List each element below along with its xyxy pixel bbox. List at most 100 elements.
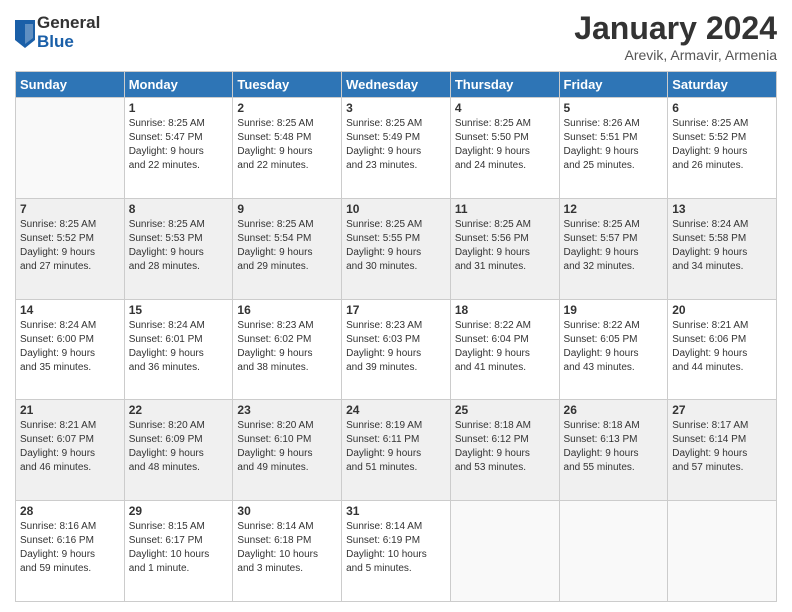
cell-content: Sunrise: 8:23 AMSunset: 6:02 PMDaylight:…: [237, 319, 337, 375]
header-cell-monday: Monday: [124, 72, 233, 98]
calendar-cell: 7Sunrise: 8:25 AMSunset: 5:52 PMDaylight…: [16, 198, 125, 299]
logo-general-text: General: [37, 14, 100, 33]
cell-line: and 59 minutes.: [20, 563, 91, 574]
cell-line: Sunrise: 8:19 AM: [346, 420, 422, 431]
calendar-cell: 10 Sunrise: 8:25 AMSunset: 5:55 PMDayligh…: [342, 198, 451, 299]
calendar-cell: 27Sunrise: 8:17 AMSunset: 6:14 PMDayligh…: [668, 400, 777, 501]
cell-line: and 23 minutes.: [346, 160, 417, 171]
cell-line: Sunrise: 8:14 AM: [346, 521, 422, 532]
day-number: 10: [346, 202, 446, 216]
cell-line: and 41 minutes.: [455, 362, 526, 373]
day-number: 18: [455, 303, 555, 317]
cell-line: Sunrise: 8:26 AM: [564, 118, 640, 129]
cell-line: and 26 minutes.: [672, 160, 743, 171]
cell-line: Sunset: 6:13 PM: [564, 434, 638, 445]
day-number: 6: [672, 101, 772, 115]
cell-line: Sunrise: 8:20 AM: [237, 420, 313, 431]
header: General Blue January 2024 Arevik, Armavi…: [15, 10, 777, 63]
logo: General Blue: [15, 14, 100, 51]
cell-content: Sunrise: 8:14 AMSunset: 6:19 PMDaylight:…: [346, 520, 446, 576]
cell-line: Sunrise: 8:25 AM: [129, 219, 205, 230]
day-number: 30: [237, 504, 337, 518]
calendar-body: 1 Sunrise: 8:25 AM Sunset: 5:47 PM Daylight…: [16, 98, 777, 602]
cell-line: and 53 minutes.: [455, 462, 526, 473]
cell-line: Daylight: 9 hours: [564, 247, 639, 258]
cell-line: Sunset: 6:17 PM: [129, 535, 203, 546]
calendar-cell: 16Sunrise: 8:23 AMSunset: 6:02 PMDayligh…: [233, 299, 342, 400]
cell-line: Daylight: 9 hours: [564, 448, 639, 459]
cell-line: Daylight: 9 hours: [455, 348, 530, 359]
cell-content: Sunrise: 8:24 AMSunset: 6:00 PMDaylight:…: [20, 319, 120, 375]
calendar-table: SundayMondayTuesdayWednesdayThursdayFrid…: [15, 71, 777, 602]
day-number: 13: [672, 202, 772, 216]
cell-line: Daylight: 10 hours: [237, 549, 318, 560]
cell-line: Sunset: 6:04 PM: [455, 334, 529, 345]
subtitle: Arevik, Armavir, Armenia: [574, 47, 777, 63]
day-number: 4: [455, 101, 555, 115]
cell-line: Sunset: 6:05 PM: [564, 334, 638, 345]
day-number: 23: [237, 403, 337, 417]
cell-content: Sunrise: 8:24 AMSunset: 6:01 PMDaylight:…: [129, 319, 229, 375]
cell-line: and 32 minutes.: [564, 261, 635, 272]
cell-line: and 22 minutes.: [237, 160, 308, 171]
day-number: 9: [237, 202, 337, 216]
calendar-cell: 22Sunrise: 8:20 AMSunset: 6:09 PMDayligh…: [124, 400, 233, 501]
cell-line: Sunrise: 8:17 AM: [672, 420, 748, 431]
day-number: 29: [129, 504, 229, 518]
cell-line: Sunset: 5:47 PM: [129, 132, 203, 143]
cell-line: Sunset: 6:03 PM: [346, 334, 420, 345]
cell-line: Sunset: 6:02 PM: [237, 334, 311, 345]
cell-line: Daylight: 9 hours: [564, 146, 639, 157]
cell-line: Sunset: 5:53 PM: [129, 233, 203, 244]
cell-line: Sunrise: 8:25 AM: [455, 118, 531, 129]
cell-content: Sunrise: 8:25 AMSunset: 5:48 PMDaylight:…: [237, 117, 337, 173]
day-number: 17: [346, 303, 446, 317]
cell-line: and 22 minutes.: [129, 160, 200, 171]
calendar-cell: 12Sunrise: 8:25 AMSunset: 5:57 PMDayligh…: [559, 198, 668, 299]
cell-line: Sunrise: 8:24 AM: [20, 320, 96, 331]
cell-line: Daylight: 9 hours: [20, 448, 95, 459]
calendar-cell: 1Sunrise: 8:25 AMSunset: 5:47 PMDaylight…: [124, 98, 233, 199]
cell-line: and 5 minutes.: [346, 563, 412, 574]
cell-content: Sunrise: 8:25 AMSunset: 5:57 PMDaylight:…: [564, 218, 664, 274]
cell-line: Daylight: 9 hours: [455, 247, 530, 258]
cell-line: Sunrise: 8:15 AM: [129, 521, 205, 532]
cell-line: Sunrise: 8:22 AM: [564, 320, 640, 331]
calendar-cell: 20Sunrise: 8:21 AMSunset: 6:06 PMDayligh…: [668, 299, 777, 400]
cell-line: Sunset: 6:14 PM: [672, 434, 746, 445]
cell-line: Daylight: 9 hours: [20, 247, 95, 258]
cell-line: and 39 minutes.: [346, 362, 417, 373]
calendar-cell: 30Sunrise: 8:14 AMSunset: 6:18 PMDayligh…: [233, 501, 342, 602]
cell-line: Daylight: 9 hours: [129, 348, 204, 359]
day-number: 1: [129, 101, 229, 115]
cell-line: Sunset: 5:57 PM: [564, 233, 638, 244]
cell-line: Sunrise: 8:24 AM: [129, 320, 205, 331]
cell-line: Sunrise: 8:25 AM: [20, 219, 96, 230]
calendar-cell: 31Sunrise: 8:14 AMSunset: 6:19 PMDayligh…: [342, 501, 451, 602]
header-cell-sunday: Sunday: [16, 72, 125, 98]
cell-line: Daylight: 9 hours: [237, 247, 312, 258]
cell-line: Daylight: 10 hours: [129, 549, 210, 560]
cell-line: Sunset: 6:09 PM: [129, 434, 203, 445]
cell-line: Daylight: 9 hours: [672, 348, 747, 359]
cell-line: Sunrise: 8:18 AM: [564, 420, 640, 431]
cell-line: Sunset: 6:16 PM: [20, 535, 94, 546]
calendar-cell: 18Sunrise: 8:22 AMSunset: 6:04 PMDayligh…: [450, 299, 559, 400]
cell-line: Daylight: 9 hours: [237, 348, 312, 359]
calendar-cell: [668, 501, 777, 602]
cell-line: Daylight: 9 hours: [129, 146, 204, 157]
cell-content: Sunrise: 8:21 AMSunset: 6:06 PMDaylight:…: [672, 319, 772, 375]
cell-line: and 35 minutes.: [20, 362, 91, 373]
cell-line: Daylight: 9 hours: [346, 448, 421, 459]
cell-content: Sunrise: 8:25 AMSunset: 5:54 PMDaylight:…: [237, 218, 337, 274]
cell-line: and 51 minutes.: [346, 462, 417, 473]
cell-content: Sunrise: 8:23 AMSunset: 6:03 PMDaylight:…: [346, 319, 446, 375]
cell-content: Sunrise: 8:25 AMSunset: 5:55 PMDaylight:…: [346, 218, 446, 274]
day-number: 22: [129, 403, 229, 417]
header-row: SundayMondayTuesdayWednesdayThursdayFrid…: [16, 72, 777, 98]
calendar-cell: 11Sunrise: 8:25 AMSunset: 5:56 PMDayligh…: [450, 198, 559, 299]
cell-line: Sunset: 6:12 PM: [455, 434, 529, 445]
cell-content: Sunrise: 8:25 AMSunset: 5:52 PMDaylight:…: [20, 218, 120, 274]
calendar-week-row: 28Sunrise: 8:16 AMSunset: 6:16 PMDayligh…: [16, 501, 777, 602]
calendar-cell: 14Sunrise: 8:24 AMSunset: 6:00 PMDayligh…: [16, 299, 125, 400]
